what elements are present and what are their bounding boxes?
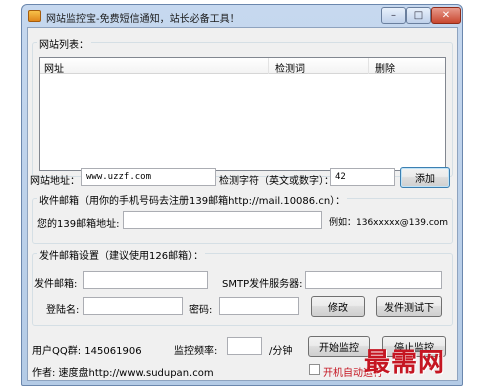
column-separator bbox=[268, 58, 269, 74]
main-window: 网站监控宝-免费短信通知，站长必备工具！ – □ ✕ 网站列表： 网址 检测词 … bbox=[21, 4, 463, 386]
interval-label: 监控频率: bbox=[174, 346, 218, 357]
modify-button[interactable]: 修改 bbox=[311, 296, 365, 317]
sender-input[interactable] bbox=[83, 271, 208, 289]
sender-label: 发件邮箱: bbox=[34, 279, 78, 290]
password-label: 密码: bbox=[189, 305, 213, 316]
start-monitor-button[interactable]: 开始监控 bbox=[308, 336, 370, 357]
client-area: 网站列表： 网址 检测词 删除 网站地址： www.uzzf.com 检测字符（… bbox=[27, 27, 458, 381]
column-url[interactable]: 网址 bbox=[44, 60, 64, 75]
watermark-logo: 最需网 bbox=[364, 348, 446, 378]
column-keyword[interactable]: 检测词 bbox=[275, 60, 305, 75]
close-button[interactable]: ✕ bbox=[431, 7, 461, 24]
column-separator bbox=[368, 58, 369, 74]
add-button[interactable]: 添加 bbox=[400, 167, 450, 188]
minimize-button[interactable]: – bbox=[381, 7, 406, 24]
receive-mail-group-label: 收件邮箱（用你的手机号码去注册139邮箱http://mail.10086.cn… bbox=[37, 192, 348, 207]
title-bar[interactable]: 网站监控宝-免费短信通知，站长必备工具！ – □ ✕ bbox=[22, 5, 462, 27]
autostart-checkbox[interactable] bbox=[309, 364, 320, 375]
site-list[interactable]: 网址 检测词 删除 bbox=[39, 57, 446, 171]
url-label: 网站地址： bbox=[30, 176, 80, 187]
send-mail-group-label: 发件邮箱设置（建议使用126邮箱）： bbox=[37, 247, 206, 262]
login-input[interactable] bbox=[83, 297, 183, 315]
site-list-header: 网址 检测词 删除 bbox=[40, 58, 445, 75]
interval-unit: /分钟 bbox=[269, 346, 293, 357]
interval-input[interactable] bbox=[227, 337, 262, 355]
password-input[interactable] bbox=[219, 297, 299, 315]
site-list-group-label: 网站列表： bbox=[37, 36, 91, 51]
qq-group-text: 用户QQ群: 145061906 bbox=[32, 346, 142, 357]
smtp-input[interactable] bbox=[305, 271, 442, 289]
url-input[interactable]: www.uzzf.com bbox=[81, 168, 216, 186]
receive-address-input[interactable] bbox=[123, 211, 322, 229]
receive-address-label: 您的139邮箱地址: bbox=[37, 219, 120, 230]
author-text: 作者: 速度盘http://www.sudupan.com bbox=[32, 368, 214, 379]
window-title: 网站监控宝-免费短信通知，站长必备工具！ bbox=[46, 14, 240, 25]
login-label: 登陆名: bbox=[46, 305, 80, 316]
keyword-input[interactable]: 42 bbox=[330, 168, 395, 186]
maximize-button[interactable]: □ bbox=[406, 7, 431, 24]
column-delete[interactable]: 删除 bbox=[375, 60, 395, 75]
smtp-label: SMTP发件服务器: bbox=[222, 279, 303, 290]
receive-address-example: 例如：136xxxxx@139.com bbox=[329, 218, 449, 228]
send-test-button[interactable]: 发件测试下 bbox=[376, 296, 442, 317]
keyword-label: 检测字符（英文或数字）： bbox=[219, 176, 334, 187]
app-icon bbox=[28, 10, 41, 22]
